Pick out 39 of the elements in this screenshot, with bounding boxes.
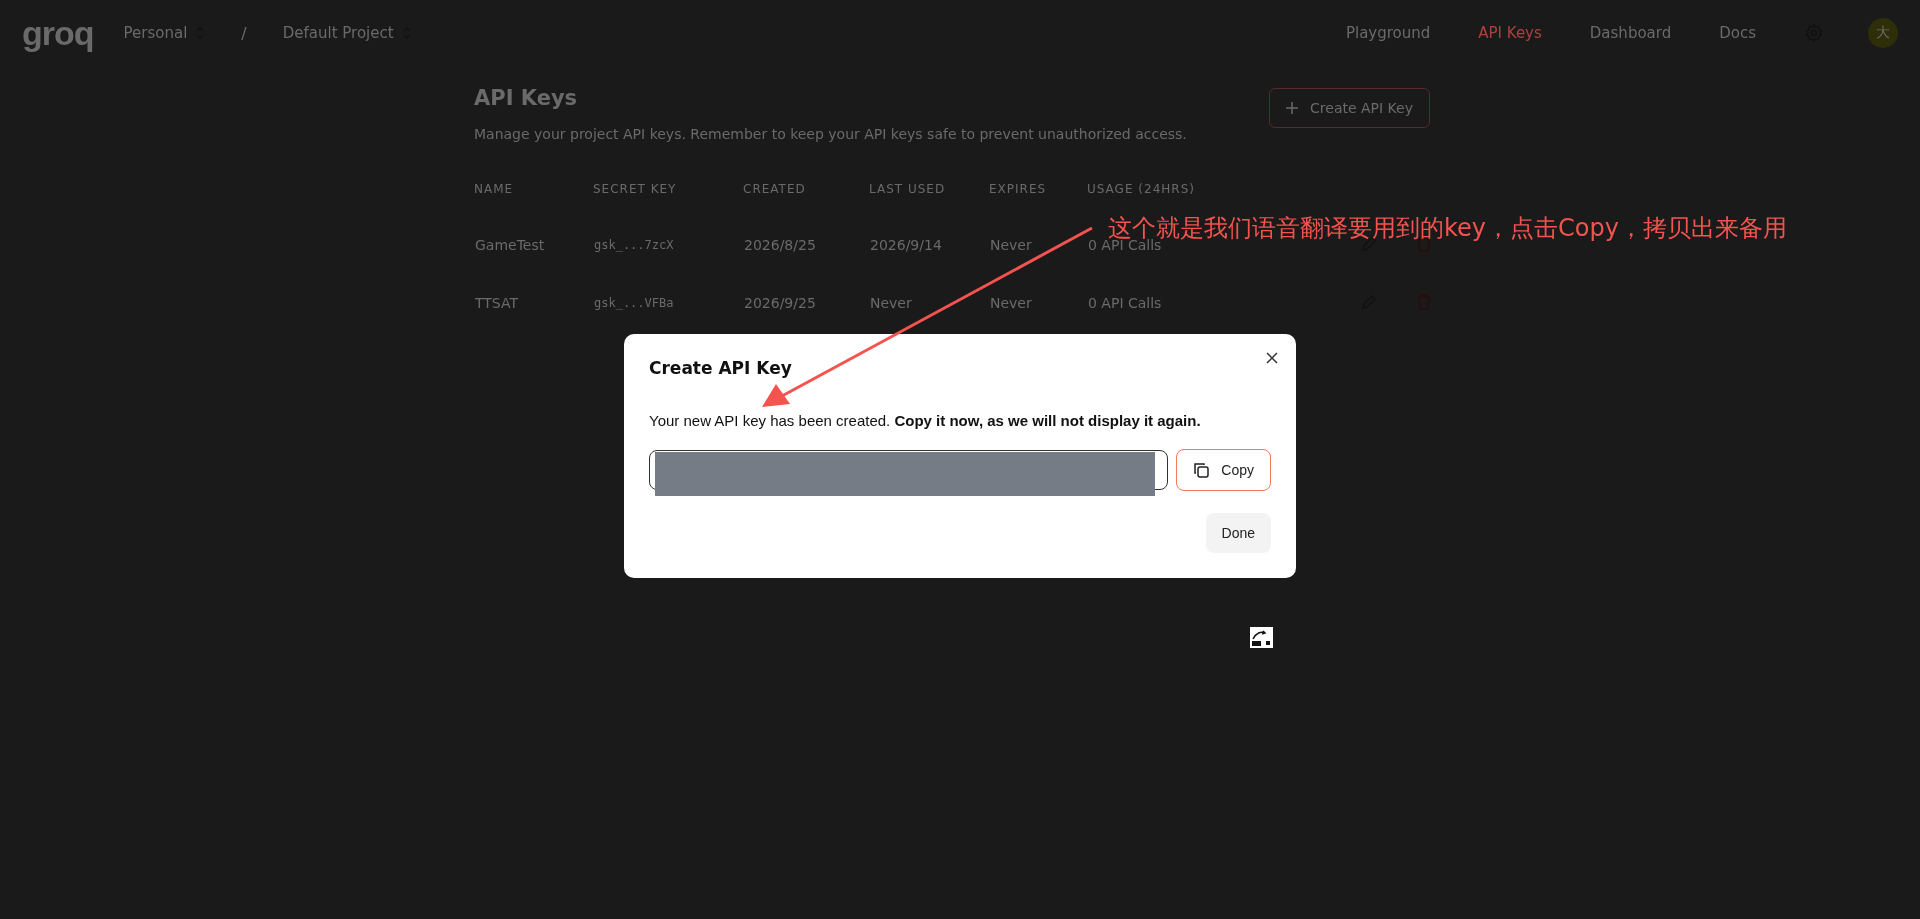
create-api-key-button[interactable]: Create API Key bbox=[1269, 88, 1430, 128]
nav-link[interactable]: API Keys bbox=[1464, 24, 1556, 42]
table-cell: 2026/8/25 bbox=[744, 237, 816, 253]
logo[interactable]: groq bbox=[22, 13, 94, 53]
column-header: NAME bbox=[474, 182, 593, 216]
user-avatar[interactable]: 大 bbox=[1868, 18, 1898, 48]
page-title: API Keys bbox=[474, 86, 579, 110]
translate-icon[interactable] bbox=[1250, 627, 1273, 648]
nav-link[interactable]: Docs bbox=[1705, 24, 1770, 42]
column-header: SECRET KEY bbox=[593, 182, 743, 216]
table-cell: gsk_...VFBa bbox=[594, 296, 674, 310]
table-cell: Never bbox=[990, 237, 1032, 253]
table-cell: Never bbox=[990, 295, 1032, 311]
nav-link[interactable]: Dashboard bbox=[1575, 24, 1686, 42]
table-cell: GameTest bbox=[475, 237, 545, 253]
table-cell: Never bbox=[870, 295, 912, 311]
breadcrumb-dropdown[interactable]: Default Project bbox=[282, 24, 412, 42]
copy-button[interactable]: Copy bbox=[1176, 449, 1271, 491]
modal-title: Create API Key bbox=[649, 358, 793, 378]
table-cell: 0 API Calls bbox=[1088, 295, 1162, 311]
copy-icon bbox=[1193, 462, 1210, 478]
table-cell: gsk_...7zcX bbox=[594, 238, 674, 252]
breadcrumb-dropdown[interactable]: Personal bbox=[123, 24, 206, 42]
table-cell: 2026/9/25 bbox=[744, 295, 816, 311]
column-header: EXPIRES bbox=[989, 182, 1048, 198]
close-button[interactable] bbox=[1266, 352, 1278, 364]
column-header: LAST USED bbox=[869, 182, 947, 198]
breadcrumb-separator: / bbox=[241, 23, 247, 43]
modal-message: Your new API key has been created. Copy it now, as we will not display it again. bbox=[649, 412, 1202, 429]
column-header: USAGE (24HRS) bbox=[1087, 182, 1196, 198]
nav-link[interactable]: Playground bbox=[1331, 24, 1445, 42]
plus-icon bbox=[1286, 102, 1299, 114]
page-description: Manage your project API keys. Remember to keep your API keys safe to prevent unauthorized access. bbox=[474, 126, 1187, 142]
done-button[interactable]: Done bbox=[1205, 513, 1271, 553]
table-cell: 2026/9/14 bbox=[870, 237, 942, 253]
annotation-text: 这个就是我们语音翻译要用到的key，点击Copy，拷贝出来备用 bbox=[1108, 216, 1787, 240]
close-icon bbox=[1266, 352, 1278, 364]
table-cell: TTSAT bbox=[475, 295, 519, 311]
column-header: CREATED bbox=[743, 182, 807, 198]
